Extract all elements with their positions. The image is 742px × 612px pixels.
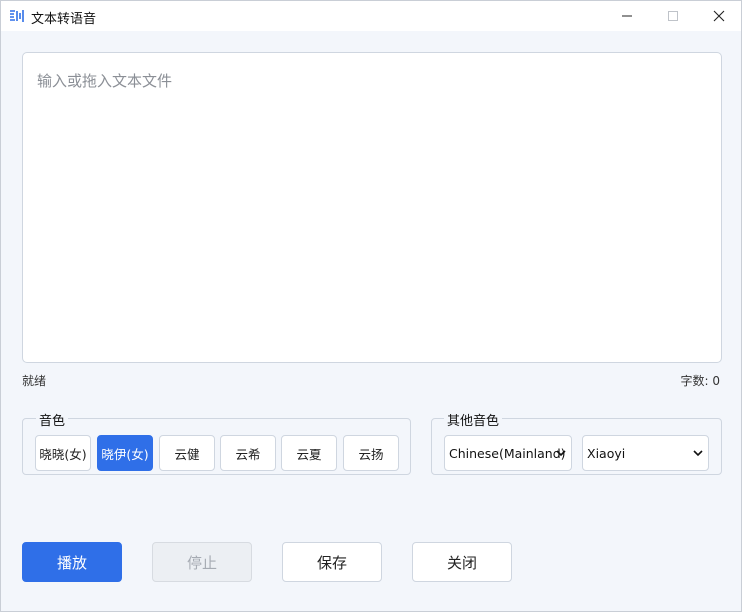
voice-group: 音色 晓晓(女) 晓伊(女) 云健 云希 云夏 云扬	[22, 410, 411, 475]
voice-select[interactable]: Xiaoyi	[582, 435, 709, 471]
sound-wave-icon	[9, 8, 25, 24]
text-input-area[interactable]: 输入或拖入文本文件	[22, 52, 722, 363]
stop-button: 停止	[152, 542, 252, 582]
other-voice-group: 其他音色 Chinese(Mainland) Xiaoyi	[431, 410, 722, 475]
chevron-down-icon	[693, 450, 703, 457]
char-count: 字数: 0	[680, 374, 721, 388]
voice-button-xiaoxiao[interactable]: 晓晓(女)	[35, 435, 91, 471]
voice-button-yunyang[interactable]: 云扬	[343, 435, 399, 471]
minimize-button[interactable]	[604, 1, 650, 31]
title-bar[interactable]: 文本转语音	[1, 1, 741, 31]
close-button[interactable]: 关闭	[412, 542, 512, 582]
voice-button-yunxi[interactable]: 云希	[220, 435, 276, 471]
text-input-placeholder: 输入或拖入文本文件	[37, 72, 173, 90]
status-text: 就绪	[22, 374, 47, 388]
app-window: 文本转语音 输入或拖入文本文件 就绪 字数: 0 音色 晓晓(女) 晓伊(女) …	[0, 0, 742, 612]
language-select[interactable]: Chinese(Mainland)	[444, 435, 572, 471]
play-button[interactable]: 播放	[22, 542, 122, 582]
maximize-icon	[668, 11, 678, 21]
window-title: 文本转语音	[31, 12, 97, 27]
chevron-down-icon	[556, 450, 566, 457]
close-icon	[713, 10, 725, 22]
save-button[interactable]: 保存	[282, 542, 382, 582]
voice-button-xiaoyi[interactable]: 晓伊(女)	[97, 435, 153, 471]
voice-group-legend: 音色	[36, 410, 69, 429]
voice-select-value: Xiaoyi	[587, 445, 626, 461]
language-select-value: Chinese(Mainland)	[449, 445, 566, 461]
voice-button-yunjian[interactable]: 云健	[159, 435, 215, 471]
minimize-icon	[622, 15, 632, 17]
other-voice-group-legend: 其他音色	[444, 410, 503, 429]
maximize-button[interactable]	[650, 1, 696, 31]
voice-button-yunxia[interactable]: 云夏	[281, 435, 337, 471]
close-window-button[interactable]	[696, 1, 742, 31]
